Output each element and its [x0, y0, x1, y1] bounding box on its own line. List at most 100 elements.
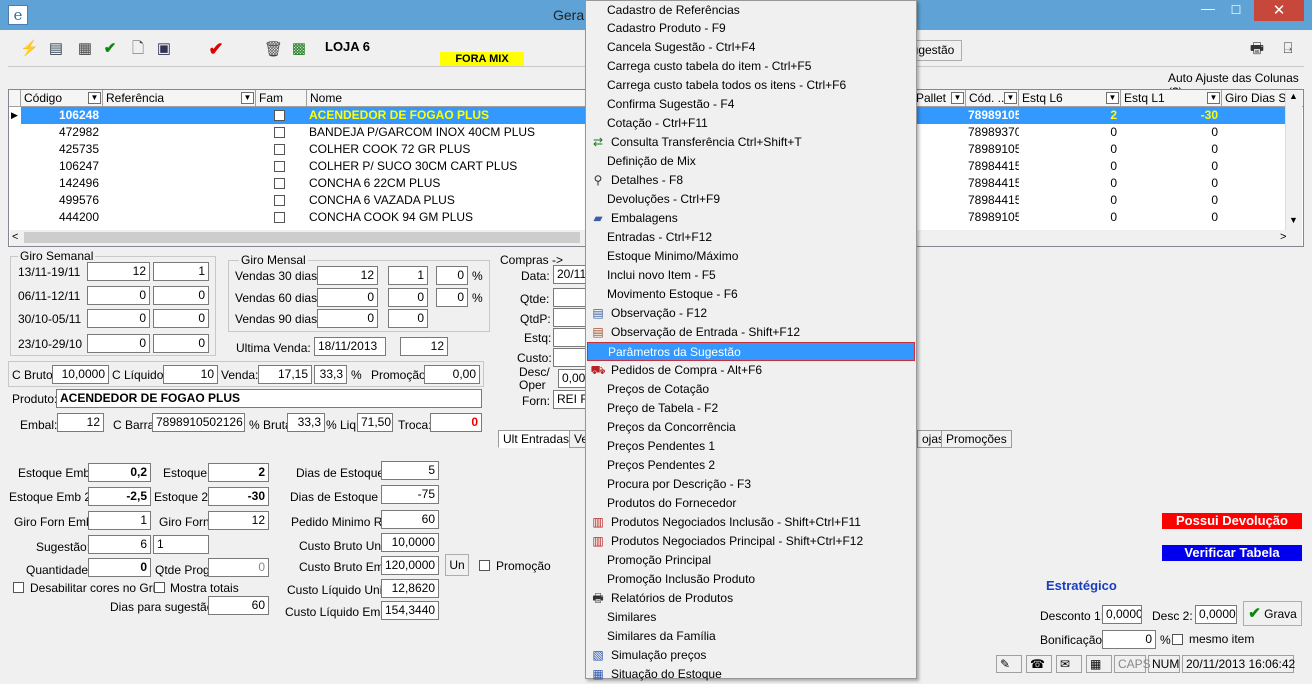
- menu-item[interactable]: Definição de Mix: [586, 152, 916, 171]
- promocao-checkbox[interactable]: [479, 560, 490, 571]
- verificar-tabela-badge[interactable]: Verificar Tabela: [1162, 545, 1302, 561]
- menu-item[interactable]: Preços de Cotação: [586, 380, 916, 399]
- calendar-icon[interactable]: ▣: [155, 40, 173, 58]
- fam-checkbox[interactable]: [274, 110, 285, 121]
- menu-item[interactable]: Similares da Família: [586, 627, 916, 646]
- context-menu[interactable]: Cadastro de Referências Cadastro Produto…: [585, 0, 917, 681]
- dropdown-arrow-icon[interactable]: ▼: [1106, 92, 1119, 104]
- menu-item[interactable]: Inclui novo Item - F5: [586, 266, 916, 285]
- embal-field[interactable]: 12: [57, 413, 104, 432]
- giro-semanal-a[interactable]: 0: [87, 286, 150, 305]
- vendas-b[interactable]: 0: [388, 288, 428, 307]
- mostra-totais-checkbox[interactable]: [154, 582, 165, 593]
- column-header-estq-l6[interactable]: Estq L6 ▼: [1019, 90, 1121, 107]
- custo-liq-emb-field[interactable]: 154,3440: [381, 601, 439, 620]
- money-icon[interactable]: ▩: [290, 40, 308, 58]
- vendas-b[interactable]: 1: [388, 266, 428, 285]
- pedido-minimo-field[interactable]: 60: [381, 510, 439, 529]
- scroll-up-icon[interactable]: ▲: [1289, 91, 1298, 101]
- desc-field[interactable]: 0,000: [558, 369, 586, 388]
- qtdp-field[interactable]: [553, 308, 586, 327]
- cell-estq-l1[interactable]: -30: [1121, 107, 1222, 124]
- cell-estq-l6[interactable]: 0: [1019, 141, 1121, 158]
- cell-estq-l6[interactable]: 0: [1019, 192, 1121, 209]
- column-header-codigo[interactable]: Código ▼: [21, 90, 103, 107]
- cell-nome[interactable]: COLHER P/ SUCO 30CM CART PLUS: [309, 158, 597, 175]
- check-icon[interactable]: ✔: [101, 40, 119, 58]
- menu-item[interactable]: ▧ Simulação preços: [586, 646, 916, 665]
- calculator-icon[interactable]: ▦: [1086, 655, 1112, 673]
- data-field[interactable]: 20/11: [553, 265, 586, 284]
- cell-nome[interactable]: COLHER COOK 72 GR PLUS: [309, 141, 597, 158]
- menu-item[interactable]: ⛟ Pedidos de Compra - Alt+F6: [586, 361, 916, 380]
- menu-item[interactable]: Confirma Sugestão - F4: [586, 95, 916, 114]
- custo-bruto-unit-field[interactable]: 10,0000: [381, 533, 439, 552]
- qtde-field[interactable]: [553, 288, 586, 307]
- qtde-prog-field[interactable]: 0: [208, 558, 269, 577]
- lightning-icon[interactable]: ⚡: [20, 40, 39, 58]
- liq-field[interactable]: 71,50: [357, 413, 393, 432]
- mail-icon[interactable]: ✉: [1056, 655, 1082, 673]
- cell-nome[interactable]: CONCHA 6 22CM PLUS: [309, 175, 597, 192]
- menu-item[interactable]: Cadastro de Referências: [586, 1, 916, 20]
- dias-estoque2-field[interactable]: -75: [381, 485, 439, 504]
- dropdown-arrow-icon[interactable]: ▼: [951, 92, 964, 104]
- fam-checkbox[interactable]: [274, 127, 285, 138]
- red-check-icon[interactable]: ✔: [207, 40, 225, 58]
- menu-item[interactable]: Movimento Estoque - F6: [586, 285, 916, 304]
- menu-item[interactable]: Carrega custo tabela do item - Ctrl+F5: [586, 57, 916, 76]
- cell-fam[interactable]: [256, 175, 307, 192]
- estoque2-field[interactable]: -30: [208, 487, 269, 506]
- cell-nome[interactable]: ACENDEDOR DE FOGAO PLUS: [307, 107, 597, 124]
- giro-semanal-b[interactable]: 0: [153, 286, 209, 305]
- menu-item[interactable]: Procura por Descrição - F3: [586, 475, 916, 494]
- possui-devolucao-badge[interactable]: Possui Devolução: [1162, 513, 1302, 529]
- vendas-a[interactable]: 0: [317, 309, 378, 328]
- estoque-emb-field[interactable]: 0,2: [88, 463, 151, 482]
- vendas-c[interactable]: 0: [436, 288, 468, 307]
- desc2-field[interactable]: 0,0000: [1195, 605, 1237, 624]
- cell-estq-l6[interactable]: 0: [1019, 158, 1121, 175]
- cell-estq-l1[interactable]: 0: [1121, 175, 1222, 192]
- desconto1-field[interactable]: 0,0000: [1102, 605, 1142, 624]
- menu-item[interactable]: ▰ Embalagens: [586, 209, 916, 228]
- cell-cod-barras[interactable]: 789893708: [968, 124, 1019, 141]
- cell-cod-barras[interactable]: 789844156: [968, 192, 1019, 209]
- cell-codigo[interactable]: 142496: [21, 175, 103, 192]
- giro-forn-emb-field[interactable]: 1: [88, 511, 151, 530]
- dias-sugestao-field[interactable]: 60: [208, 596, 269, 615]
- fam-checkbox[interactable]: [274, 161, 285, 172]
- menu-item[interactable]: Preços Pendentes 1: [586, 437, 916, 456]
- dropdown-arrow-icon[interactable]: ▼: [88, 92, 101, 104]
- menu-item[interactable]: ▦ Situação do Estoque: [586, 665, 916, 684]
- c-barra-field[interactable]: 7898910502126: [152, 413, 245, 432]
- scroll-left-icon[interactable]: <: [12, 231, 18, 243]
- cell-referencia[interactable]: [103, 107, 256, 124]
- estoque-field[interactable]: 2: [208, 463, 269, 482]
- dropdown-arrow-icon[interactable]: ▼: [241, 92, 254, 104]
- giro-semanal-b[interactable]: 0: [153, 309, 209, 328]
- ultima-venda-date[interactable]: 18/11/2013: [314, 337, 386, 356]
- giro-semanal-a[interactable]: 0: [87, 334, 150, 353]
- custo-liq-unit-field[interactable]: 12,8620: [381, 579, 439, 598]
- menu-item[interactable]: Preços Pendentes 2: [586, 456, 916, 475]
- cell-estq-l1[interactable]: 0: [1121, 124, 1222, 141]
- estoque-emb2-field[interactable]: -2,5: [88, 487, 151, 506]
- maximize-icon[interactable]: ☐: [1226, 3, 1246, 19]
- trash-icon[interactable]: 🗑: [264, 41, 283, 59]
- custo-bruto-emb-field[interactable]: 120,0000: [381, 556, 439, 575]
- giro-semanal-b[interactable]: 0: [153, 334, 209, 353]
- cell-nome[interactable]: BANDEJA P/GARCOM INOX 40CM PLUS: [309, 124, 597, 141]
- venda-field[interactable]: 17,15: [258, 365, 312, 384]
- venda-pct-field[interactable]: 33,3: [314, 365, 347, 384]
- dropdown-arrow-icon[interactable]: ▼: [1004, 92, 1017, 104]
- close-button[interactable]: ✕: [1254, 0, 1304, 21]
- cell-fam[interactable]: [256, 192, 307, 209]
- menu-item[interactable]: ▥ Produtos Negociados Principal - Shift+C…: [586, 532, 916, 551]
- column-header-referencia[interactable]: Referência ▼: [103, 90, 256, 107]
- cell-fam[interactable]: [256, 158, 307, 175]
- scroll-right-icon[interactable]: >: [1280, 231, 1286, 243]
- forn-field[interactable]: REI FE: [553, 390, 586, 409]
- new-document-icon[interactable]: 🗋: [129, 40, 147, 58]
- menu-item[interactable]: Carrega custo tabela todos os itens - Ct…: [586, 76, 916, 95]
